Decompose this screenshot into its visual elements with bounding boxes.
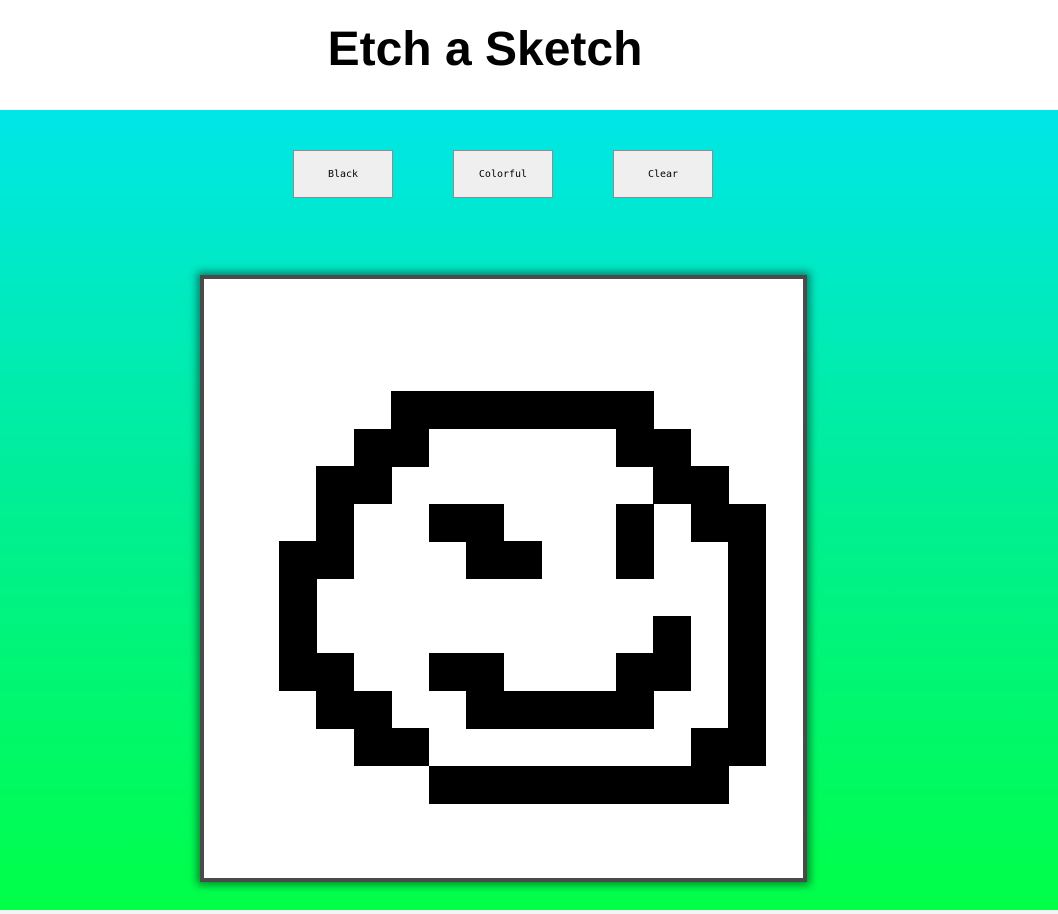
grid-cell[interactable]: [615, 690, 654, 729]
grid-cell[interactable]: [615, 428, 654, 467]
grid-cell[interactable]: [466, 690, 505, 729]
grid-cell[interactable]: [653, 653, 692, 692]
grid-cell[interactable]: [615, 653, 654, 692]
grid-cell[interactable]: [503, 541, 542, 580]
grid-cell[interactable]: [728, 653, 767, 692]
grid-cell[interactable]: [653, 615, 692, 654]
grid-cell[interactable]: [690, 765, 729, 804]
grid-cell[interactable]: [503, 690, 542, 729]
grid-cell[interactable]: [353, 428, 392, 467]
grid-cell[interactable]: [466, 765, 505, 804]
grid-cell[interactable]: [540, 391, 579, 430]
grid-cell[interactable]: [316, 541, 355, 580]
grid-cell[interactable]: [316, 653, 355, 692]
grid-cell[interactable]: [353, 690, 392, 729]
grid-cell[interactable]: [578, 690, 617, 729]
grid-cell[interactable]: [316, 466, 355, 505]
grid-cell[interactable]: [540, 690, 579, 729]
grid-cell[interactable]: [391, 391, 430, 430]
grid-cell[interactable]: [615, 541, 654, 580]
grid-cell[interactable]: [690, 728, 729, 767]
grid-cell[interactable]: [540, 765, 579, 804]
black-button[interactable]: Black: [293, 150, 393, 198]
grid-cell[interactable]: [728, 503, 767, 542]
grid-cell[interactable]: [278, 541, 317, 580]
grid-cell[interactable]: [316, 503, 355, 542]
sketch-board[interactable]: [200, 275, 807, 882]
page-footer-edge: [0, 910, 1058, 914]
grid-cell[interactable]: [653, 428, 692, 467]
grid-cell[interactable]: [578, 765, 617, 804]
sketch-area: Black Colorful Clear: [0, 110, 1058, 910]
grid-cell[interactable]: [615, 765, 654, 804]
grid-cell[interactable]: [653, 765, 692, 804]
grid-cell[interactable]: [615, 391, 654, 430]
grid-cell[interactable]: [690, 466, 729, 505]
grid-cell[interactable]: [653, 466, 692, 505]
grid-cell[interactable]: [466, 503, 505, 542]
grid-cell[interactable]: [428, 765, 467, 804]
grid-cell[interactable]: [728, 578, 767, 617]
grid-cell[interactable]: [728, 728, 767, 767]
grid-cell[interactable]: [353, 728, 392, 767]
grid-cell[interactable]: [278, 578, 317, 617]
grid-cell[interactable]: [728, 690, 767, 729]
grid-cell[interactable]: [278, 653, 317, 692]
grid-cell[interactable]: [428, 503, 467, 542]
grid-cell[interactable]: [278, 615, 317, 654]
grid-cell[interactable]: [728, 541, 767, 580]
header: Etch a Sketch: [0, 0, 1058, 110]
grid-cell[interactable]: [466, 653, 505, 692]
grid-cell[interactable]: [615, 503, 654, 542]
grid-cell[interactable]: [391, 728, 430, 767]
grid-cell[interactable]: [690, 503, 729, 542]
grid-cell[interactable]: [466, 541, 505, 580]
grid-cell[interactable]: [353, 466, 392, 505]
grid-cell[interactable]: [428, 653, 467, 692]
grid-cell[interactable]: [391, 428, 430, 467]
grid-cell[interactable]: [503, 391, 542, 430]
grid-cell[interactable]: [316, 690, 355, 729]
grid-cell[interactable]: [428, 391, 467, 430]
colorful-button[interactable]: Colorful: [453, 150, 553, 198]
page-title: Etch a Sketch: [327, 23, 643, 76]
grid-cell[interactable]: [578, 391, 617, 430]
clear-button[interactable]: Clear: [613, 150, 713, 198]
grid-cell[interactable]: [503, 765, 542, 804]
grid-cell[interactable]: [728, 615, 767, 654]
grid-cell[interactable]: [466, 391, 505, 430]
